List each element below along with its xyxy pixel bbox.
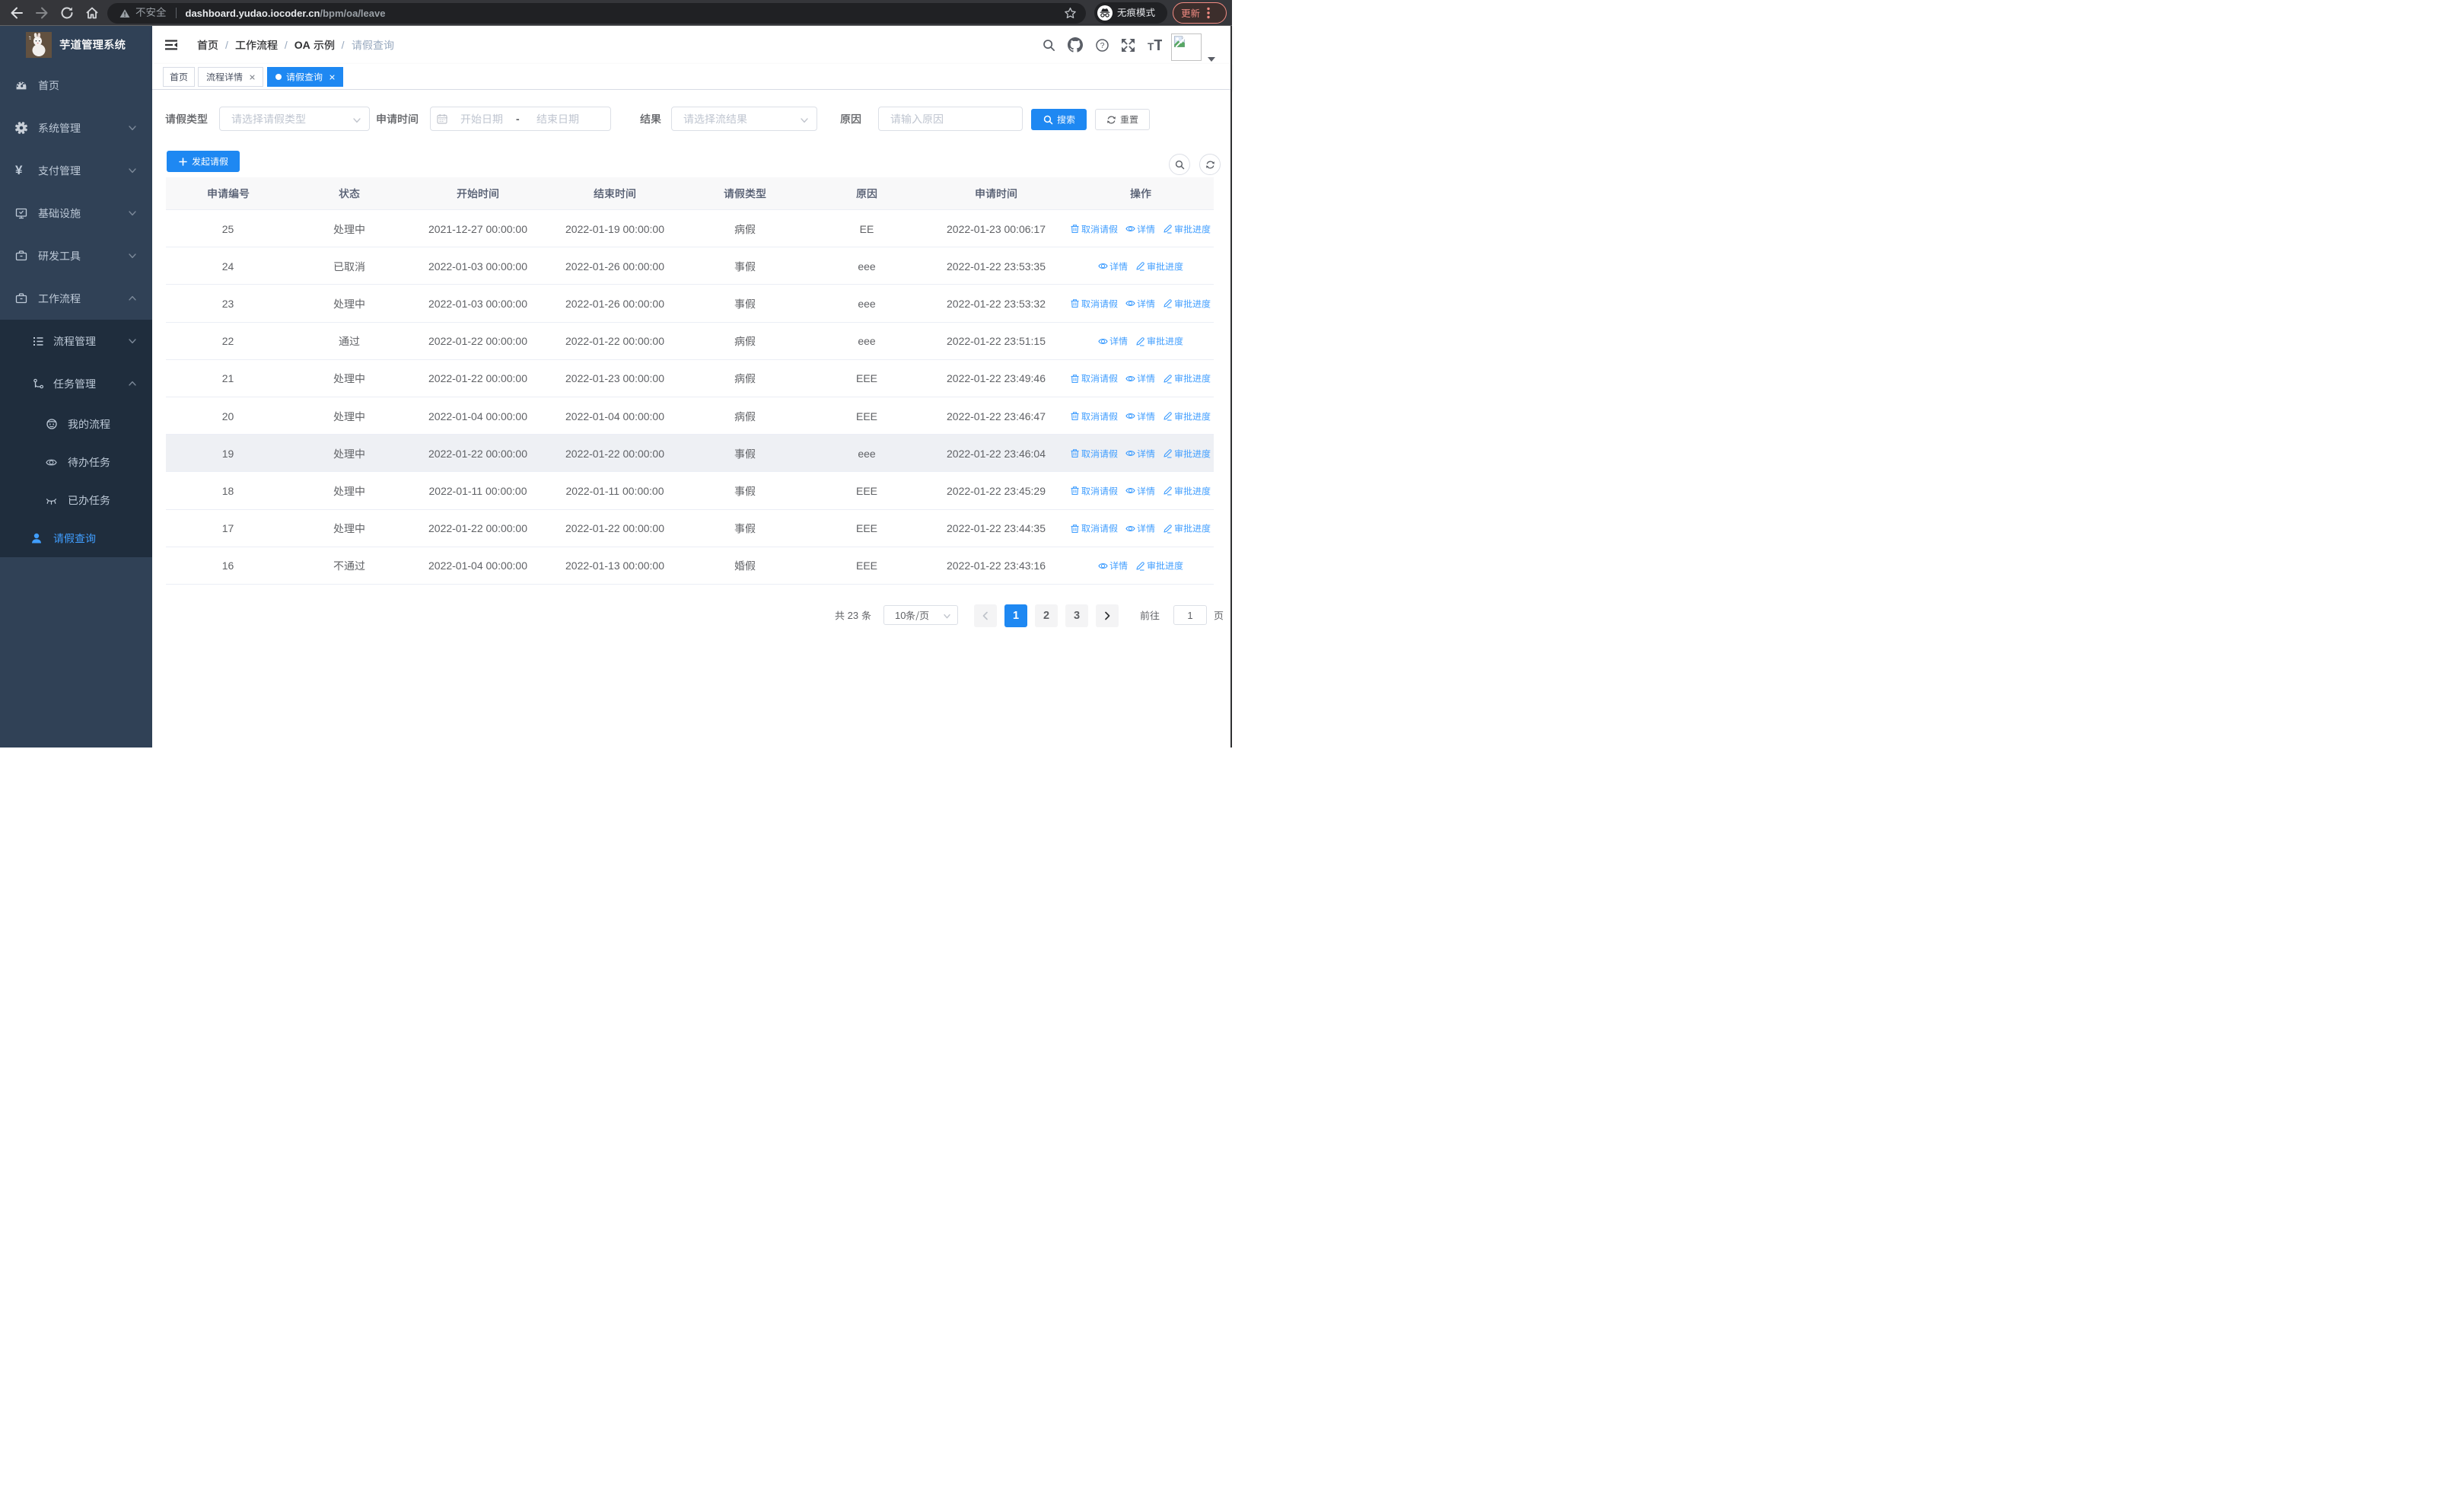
svg-text:?: ? [1100,41,1105,50]
svg-text:T: T [1154,38,1162,53]
